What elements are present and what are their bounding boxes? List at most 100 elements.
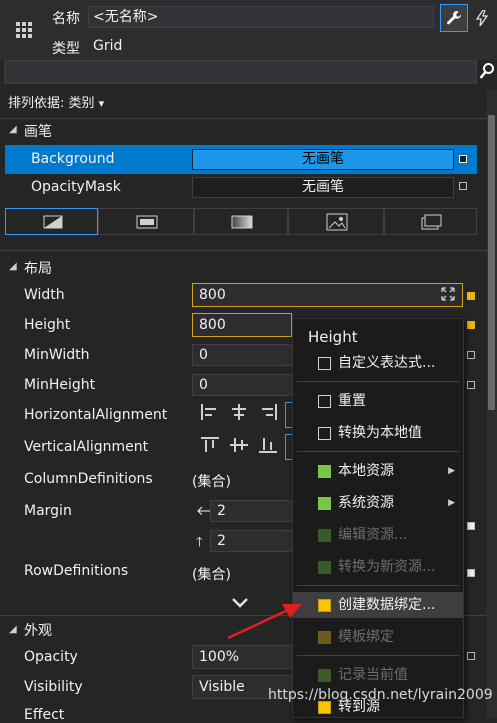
menu-item-label: 本地资源 [338, 463, 394, 479]
menu-item-label: 系统资源 [338, 495, 394, 511]
binding-marker[interactable] [467, 292, 475, 300]
rowdefs-value[interactable]: (集合) [192, 564, 231, 584]
grid-icon [16, 22, 32, 38]
solid-brush-icon [136, 215, 158, 229]
record-icon [318, 669, 331, 682]
menu-item-local-resource[interactable]: 本地资源 ▶ [293, 458, 463, 484]
section-divider [0, 118, 486, 119]
scrollbar-thumb[interactable] [488, 115, 495, 410]
no-brush-icon [43, 215, 63, 229]
menu-separator [297, 381, 459, 382]
margin-left-input[interactable]: 2 [210, 500, 292, 522]
type-value: Grid [93, 38, 123, 54]
menu-item-label: 创建数据绑定... [338, 597, 436, 613]
align-top-icon[interactable] [197, 436, 223, 458]
collapse-triangle-icon[interactable]: ◢ [9, 261, 17, 272]
margin-top-input[interactable]: 2 [210, 530, 292, 552]
menu-item-label: 转换为本地值 [338, 425, 422, 441]
advanced-options-marker[interactable] [467, 522, 475, 530]
height-context-menu: Height 自定义表达式... 重置 转换为本地值 本地资源 ▶ 系统资源 ▶… [292, 318, 464, 718]
arrow-up-icon: 🡑 [196, 535, 203, 550]
advanced-options-marker[interactable] [467, 569, 475, 577]
name-label: 名称 [52, 11, 80, 27]
menu-item-label: 自定义表达式... [338, 355, 436, 371]
menu-item-custom-expression[interactable]: 自定义表达式... [293, 350, 463, 376]
align-left-icon[interactable] [197, 404, 223, 426]
search-icon[interactable] [479, 62, 497, 82]
type-label: 类型 [52, 41, 80, 57]
menu-item-label: 模板绑定 [338, 629, 394, 645]
valign-label: VerticalAlignment [24, 439, 149, 455]
advanced-options-marker[interactable] [467, 351, 475, 359]
submenu-arrow-icon: ▶ [448, 498, 455, 508]
margin-label: Margin [24, 503, 72, 519]
binding-icon [318, 599, 331, 612]
watermark-text: https://blog.csdn.net/lyrain2009 [268, 687, 493, 703]
gradient-brush-icon [231, 215, 253, 229]
solid-color-brush-tab[interactable] [98, 208, 194, 235]
advanced-options-marker[interactable] [467, 652, 475, 660]
menu-item-edit-resource: 编辑资源... [293, 522, 463, 548]
image-brush-icon [326, 213, 348, 231]
coldefs-label: ColumnDefinitions [24, 471, 153, 487]
annotation-arrow-icon [227, 604, 302, 640]
advanced-options-marker[interactable] [467, 381, 475, 389]
menu-separator [297, 585, 459, 586]
height-input[interactable]: 800 [192, 313, 292, 337]
background-label: Background [31, 151, 115, 167]
name-field[interactable]: <无名称> [88, 6, 434, 28]
expand-icon[interactable] [441, 287, 455, 301]
minwidth-label: MinWidth [24, 347, 90, 363]
collapse-triangle-icon[interactable]: ◢ [9, 124, 17, 135]
property-search-input[interactable] [4, 60, 477, 84]
image-brush-tab[interactable] [288, 208, 384, 235]
align-center-icon[interactable] [226, 404, 252, 426]
minheight-input[interactable]: 0 [192, 374, 292, 396]
opacity-input[interactable]: 100% [192, 645, 292, 669]
menu-item-label: 转换为新资源... [338, 559, 436, 575]
resource-icon [318, 497, 331, 510]
no-brush-tab[interactable] [5, 208, 98, 235]
menu-item-reset[interactable]: 重置 [293, 388, 463, 414]
opacitymask-label: OpacityMask [31, 179, 121, 195]
menu-item-convert-local[interactable]: 转换为本地值 [293, 420, 463, 446]
background-value[interactable]: 无画笔 [192, 149, 454, 170]
resource-icon [318, 529, 331, 542]
minheight-label: MinHeight [24, 377, 96, 393]
collapse-triangle-icon[interactable]: ◢ [9, 624, 17, 635]
advanced-options-marker[interactable] [459, 182, 467, 190]
opacity-label: Opacity [24, 649, 78, 665]
halign-label: HorizontalAlignment [24, 407, 168, 423]
section-title-appearance[interactable]: 外观 [24, 620, 52, 640]
section-title-brush[interactable]: 画笔 [24, 121, 52, 141]
opacitymask-value[interactable]: 无画笔 [192, 177, 454, 198]
width-input[interactable]: 800 [192, 283, 463, 307]
menu-item-label: 编辑资源... [338, 527, 408, 543]
binding-marker[interactable] [467, 321, 475, 329]
effect-label: Effect [24, 707, 65, 723]
section-title-layout[interactable]: 布局 [24, 258, 52, 278]
sort-label: 排列依据: 类别 [8, 96, 95, 111]
align-middle-icon[interactable] [226, 436, 252, 458]
advanced-options-marker[interactable] [459, 155, 467, 163]
minwidth-input[interactable]: 0 [192, 344, 292, 366]
gradient-brush-tab[interactable] [194, 208, 288, 235]
wrench-icon[interactable] [440, 4, 468, 32]
coldefs-value[interactable]: (集合) [192, 471, 231, 491]
submenu-arrow-icon: ▶ [448, 466, 455, 476]
sort-by-dropdown[interactable]: 排列依据: 类别 ▾ [8, 92, 104, 111]
resource-icon [318, 465, 331, 478]
visual-brush-icon [421, 214, 442, 230]
menu-separator [297, 655, 459, 656]
menu-item-system-resource[interactable]: 系统资源 ▶ [293, 490, 463, 516]
resource-icon [318, 561, 331, 574]
align-bottom-icon[interactable] [255, 436, 281, 458]
checkbox-icon [318, 427, 331, 440]
align-right-icon[interactable] [255, 404, 281, 426]
chevron-down-icon: ▾ [98, 97, 105, 110]
lightning-icon[interactable] [470, 4, 494, 32]
menu-item-create-data-binding[interactable]: 创建数据绑定... [293, 592, 463, 618]
section-divider [0, 250, 486, 251]
menu-item-label: 记录当前值 [338, 667, 408, 683]
visual-brush-tab[interactable] [384, 208, 477, 235]
